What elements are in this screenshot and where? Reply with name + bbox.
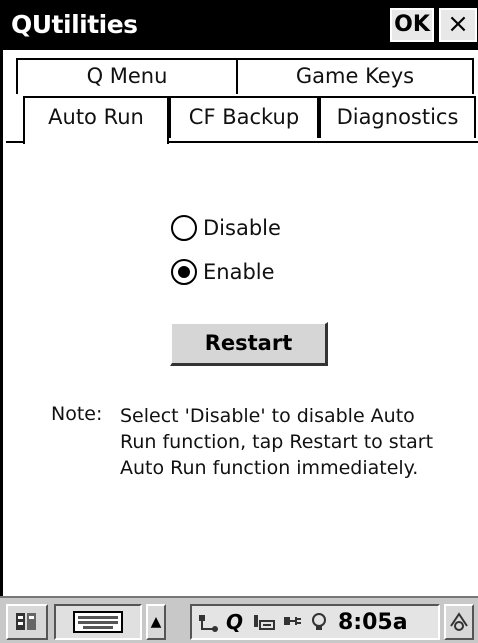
tab-strip: Q Menu Game Keys Auto Run CF Backup Diag…	[6, 50, 478, 145]
title-bar: QUtilities OK ×	[3, 0, 478, 50]
note-text: Select 'Disable' to disable Auto Run fun…	[120, 405, 434, 479]
power-icon[interactable]	[280, 611, 304, 633]
enable-label: Enable	[203, 260, 275, 284]
app-title: QUtilities	[11, 10, 138, 39]
tab-cf-backup[interactable]: CF Backup	[169, 96, 319, 138]
disable-radio[interactable]	[171, 215, 197, 241]
tab-q-menu[interactable]: Q Menu	[16, 58, 238, 94]
network-icon[interactable]	[196, 611, 220, 633]
clock[interactable]: 8:05a	[338, 610, 408, 635]
input-panel-arrow-button[interactable]: ▲	[146, 604, 166, 640]
svg-text:Q: Q	[226, 611, 243, 633]
disable-label: Disable	[203, 216, 281, 240]
auto-run-panel	[6, 141, 478, 596]
system-tray: Q 8:05a	[190, 604, 440, 640]
disable-radio-row[interactable]: Disable	[171, 215, 281, 241]
app-window: QUtilities OK × Q Menu Game Keys Auto Ru…	[0, 0, 478, 643]
keyboard-button[interactable]	[54, 604, 142, 640]
sync-icon[interactable]	[252, 611, 276, 633]
close-button[interactable]: ×	[439, 8, 477, 42]
desktop-button[interactable]	[444, 604, 474, 640]
lightbulb-icon[interactable]	[308, 611, 330, 633]
keyboard-icon	[73, 611, 123, 633]
restart-button[interactable]: Restart	[170, 322, 328, 366]
radio-selected-dot	[178, 266, 190, 278]
start-menu-button[interactable]	[6, 604, 48, 640]
enable-radio-row[interactable]: Enable	[171, 259, 275, 285]
q-icon[interactable]: Q	[224, 611, 248, 633]
taskbar: ▲ Q 8:05a	[0, 596, 478, 643]
start-menu-icon	[16, 613, 36, 630]
enable-radio[interactable]	[171, 259, 197, 285]
tab-diagnostics[interactable]: Diagnostics	[319, 96, 476, 138]
ok-button[interactable]: OK	[390, 8, 434, 42]
note-label: Note:	[51, 403, 103, 425]
tab-game-keys[interactable]: Game Keys	[236, 58, 474, 94]
desktop-icon	[450, 612, 468, 631]
tab-auto-run[interactable]: Auto Run	[23, 96, 169, 144]
